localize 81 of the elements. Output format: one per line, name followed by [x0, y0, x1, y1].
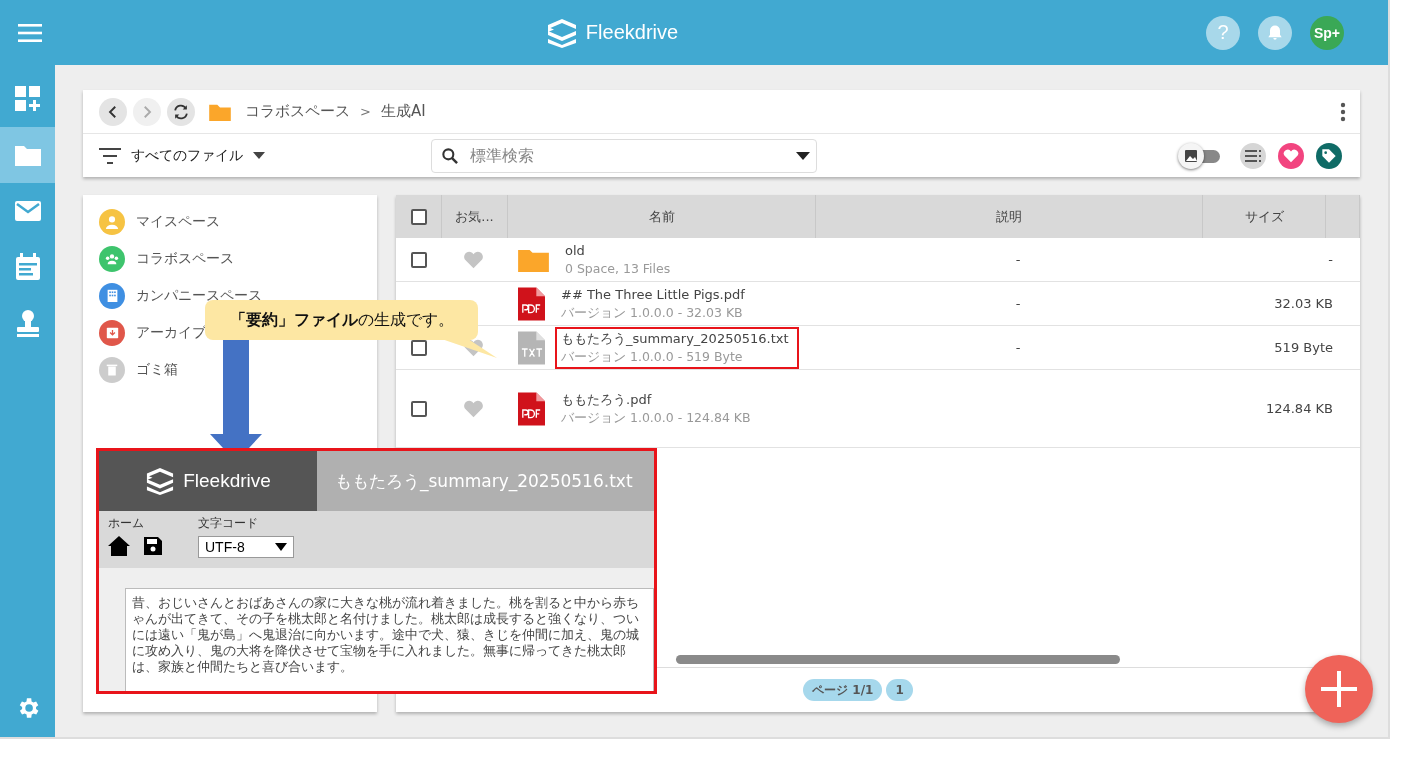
table-cell: 124.84 KB [1265, 401, 1333, 416]
file-name[interactable]: ももたろう_summary_20250516.txt [561, 329, 789, 348]
column-header[interactable]: サイズ [1203, 195, 1326, 238]
select-all-checkbox[interactable] [410, 208, 427, 225]
table-cell: 519 Byte [1274, 340, 1333, 355]
filter-dropdown[interactable]: すべてのファイル [99, 146, 419, 165]
app-logo: Fleekdrive [585, 21, 679, 44]
sidebar-item[interactable]: カンパニースペース [136, 286, 262, 305]
grid-plus-icon [13, 85, 42, 113]
file-name[interactable]: ## The Three Little Pigs.pdf [561, 285, 745, 304]
back-button[interactable] [99, 97, 127, 126]
sidebar-item[interactable]: マイスペース [136, 212, 220, 231]
text-editor[interactable]: 昔、おじいさんとおばあさんの家に大きな桃が流れ着きました。桃を割ると中から赤ちゃんが出てきて、その子を桃太郎と名付けました。桃太郎は成長すると強くなり、ついには遠い「鬼が島」へ鬼退治に向かいます。途中で犬、猿、きじを仲間に加え、鬼の城に攻め入り、鬼の大将を降伏させて宝物を手に入れました。無事に帰ってきた桃太郎は、家族と仲間たちと喜び合います。 [125, 588, 654, 691]
table-cell: - [1015, 340, 1021, 355]
favorites-button[interactable] [1278, 142, 1304, 169]
pdf-file-icon [518, 286, 545, 321]
search-field[interactable]: 標準検索 [431, 138, 817, 173]
plus-icon [1321, 671, 1357, 707]
more-icon[interactable] [1340, 101, 1346, 122]
home-icon[interactable] [108, 536, 130, 556]
breadcrumb-link[interactable]: コラボスペース [245, 102, 350, 121]
row-checkbox[interactable] [410, 251, 427, 268]
sidebar-item[interactable]: ゴミ箱 [136, 360, 178, 379]
scrollbar[interactable] [676, 655, 1120, 664]
page-indicator: ページ 1/1 [803, 679, 883, 701]
breadcrumb-separator: > [360, 104, 371, 119]
add-button[interactable] [1305, 655, 1373, 723]
column-header[interactable]: お気... [442, 195, 508, 238]
folder-nav-button[interactable] [0, 127, 55, 183]
sidebar-item[interactable]: アーカイブ [136, 323, 206, 342]
tag-icon [1321, 147, 1337, 164]
caret-icon [796, 151, 810, 160]
row-checkbox[interactable] [410, 400, 427, 417]
column-header[interactable]: 名前 [508, 195, 816, 238]
file-meta: バージョン 1.0.0.0 - 124.84 KB [561, 408, 751, 427]
logo-icon [145, 467, 176, 495]
group-label: ホーム [108, 515, 145, 532]
file-meta: バージョン 1.0.0.0 - 519 Byte [561, 347, 744, 366]
table-cell: 32.03 KB [1274, 296, 1333, 311]
text-file-icon [518, 330, 545, 365]
sidebar-item[interactable]: コラボスペース [136, 249, 234, 268]
list-view-button[interactable] [1240, 142, 1266, 169]
menu-icon[interactable] [18, 23, 42, 42]
save-icon[interactable] [144, 537, 162, 555]
breadcrumb-link[interactable]: 生成AI [380, 102, 426, 121]
file-name[interactable]: ももたろう.pdf [561, 390, 751, 409]
page-button[interactable]: 1 [886, 679, 913, 701]
calendar-icon [14, 253, 41, 281]
file-meta: 0 Space, 13 Files [565, 259, 671, 278]
forward-button[interactable] [133, 97, 161, 126]
table-cell: - [1015, 252, 1021, 267]
column-header[interactable]: 説明 [816, 195, 1203, 238]
refresh-button[interactable] [167, 97, 195, 126]
app-logo: Fleekdrive [183, 470, 271, 492]
table-cell: - [1328, 252, 1333, 267]
file-meta: バージョン 1.0.0.0 - 32.03 KB [561, 303, 744, 322]
list-icon [1245, 149, 1261, 162]
table-cell: - [1015, 296, 1021, 311]
caret-icon [275, 543, 287, 551]
file-title: ももたろう_summary_20250516.txt [335, 469, 633, 493]
mail-icon [13, 200, 42, 222]
folder-icon [209, 102, 231, 121]
tag-button[interactable] [1316, 142, 1342, 169]
search-input[interactable]: 標準検索 [468, 145, 788, 166]
pdf-file-icon [518, 391, 545, 426]
heart-icon [1283, 148, 1299, 163]
stamp-icon [14, 309, 41, 337]
file-content: 昔、おじいさんとおばあさんの家に大きな桃が流れ着きました。桃を割ると中から赤ちゃんが出てきて、その子を桃太郎と名付けました。桃太郎は成長すると強くなり、ついには遠い「鬼が島」へ鬼退治に向かいます。途中で犬、猿、きじを仲間に加え、鬼の城に攻め入り、鬼の大将を降伏させて宝物を手に入れました。無事に帰ってきた桃太郎は、家族と仲間たちと喜び合います。 [132, 595, 640, 675]
folder-icon [518, 247, 549, 272]
encoding-select[interactable]: UTF-8 [198, 536, 294, 558]
caret-icon [253, 151, 265, 160]
folder-icon [13, 143, 42, 167]
filter-icon [99, 147, 121, 164]
logo-icon [545, 17, 578, 48]
group-label: 文字コード [198, 515, 259, 532]
notification-button[interactable] [1258, 15, 1292, 50]
search-icon [440, 145, 460, 166]
callout-text: 「要約」ファイルの生成です。 [229, 309, 454, 331]
file-name[interactable]: old [565, 241, 671, 260]
thumbnail-toggle[interactable] [1178, 141, 1222, 170]
image-icon [1185, 149, 1197, 162]
